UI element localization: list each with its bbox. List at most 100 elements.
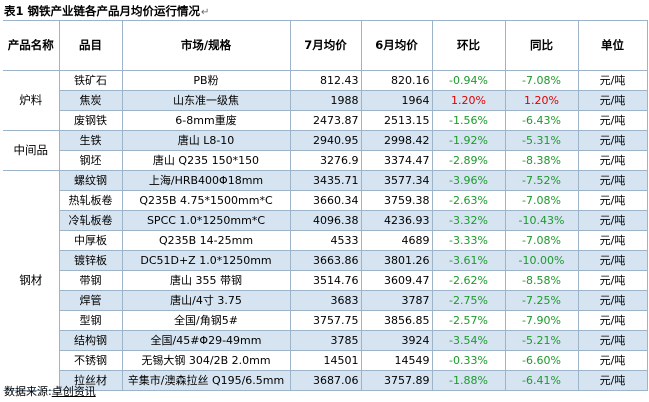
spec-cell: PB粉 — [121, 70, 291, 91]
table-body: 炉料 铁矿石 PB粉 812.43 820.16 -0.94% -7.08% 元/吨 焦炭 山东准… — [3, 70, 648, 391]
july-price-cell: 4533 — [289, 230, 362, 251]
unit-cell: 元/吨 — [577, 290, 648, 311]
header-row: 产品名称 品目 市场/规格 7月均价 6月均价 环比 同比 单位 — [3, 20, 648, 71]
table-row: 中间品 生铁 唐山 L8-10 2940.95 2998.42 -1.92% -5.31% 元… — [3, 130, 648, 171]
table-row: 焦炭 山东准一级焦 1988 1964 1.20% 1.20% 元/吨 — [3, 90, 648, 111]
yoy-cell: -8.38% — [504, 150, 579, 171]
spec-cell: 辛集市/澳森拉丝 Q195/6.5mm — [121, 370, 291, 391]
june-price-cell: 4236.93 — [360, 210, 433, 231]
mom-cell: -3.32% — [431, 210, 506, 231]
spec-cell: 山东准一级焦 — [121, 90, 291, 111]
table-row: 中厚板 Q235B 14-25mm 4533 4689 -3.33% -7.08% 元/吨 — [3, 230, 648, 251]
item-cell: 镀锌板 — [58, 250, 123, 271]
header-category: 产品名称 — [3, 20, 60, 71]
unit-cell: 元/吨 — [577, 150, 648, 171]
july-price-cell: 3514.76 — [289, 270, 362, 291]
spec-cell: 唐山 355 带钢 — [121, 270, 291, 291]
yoy-cell: -6.41% — [504, 370, 579, 391]
source-name: 卓创资讯 — [51, 385, 96, 398]
june-price-cell: 2513.15 — [360, 110, 433, 131]
unit-cell: 元/吨 — [577, 270, 648, 291]
mom-cell: -2.57% — [431, 310, 506, 331]
june-price-cell: 3759.38 — [360, 190, 433, 211]
mom-cell: 1.20% — [431, 90, 506, 111]
price-table: 产品名称 品目 市场/规格 7月均价 6月均价 环比 同比 单位 炉料 铁矿石 PB… — [3, 20, 648, 391]
header-spec: 市场/规格 — [121, 20, 291, 71]
source-label: 数据来源: — [4, 385, 52, 398]
header-unit: 单位 — [577, 20, 648, 71]
mom-cell: -1.56% — [431, 110, 506, 131]
july-price-cell: 1988 — [289, 90, 362, 111]
mom-cell: -2.63% — [431, 190, 506, 211]
item-cell: 不锈钢 — [58, 350, 123, 371]
unit-cell: 元/吨 — [577, 170, 648, 191]
item-cell: 冷轧板卷 — [58, 210, 123, 231]
spec-cell: Q235B 14-25mm — [121, 230, 291, 251]
spec-cell: DC51D+Z 1.0*1250mm — [121, 250, 291, 271]
item-cell: 钢坯 — [58, 150, 123, 171]
category-cell: 钢材 — [3, 170, 60, 391]
july-price-cell: 3663.86 — [289, 250, 362, 271]
june-price-cell: 3787 — [360, 290, 433, 311]
mom-cell: -1.88% — [431, 370, 506, 391]
july-price-cell: 3687.06 — [289, 370, 362, 391]
data-source: 数据来源:卓创资讯 — [4, 383, 96, 399]
june-price-cell: 4689 — [360, 230, 433, 251]
item-cell: 焦炭 — [58, 90, 123, 111]
mom-cell: -3.96% — [431, 170, 506, 191]
table-row: 钢材 螺纹钢 上海/HRB400Φ18mm 3435.71 3577.34 -3.96% -… — [3, 170, 648, 391]
yoy-cell: 1.20% — [504, 90, 579, 111]
june-price-cell: 3801.26 — [360, 250, 433, 271]
unit-cell: 元/吨 — [577, 310, 648, 331]
july-price-cell: 2940.95 — [289, 130, 362, 151]
mom-cell: -2.89% — [431, 150, 506, 171]
spec-cell: 全国/角钢5# — [121, 310, 291, 331]
june-price-cell: 1964 — [360, 90, 433, 111]
header-mom: 环比 — [431, 20, 506, 71]
june-price-cell: 820.16 — [360, 70, 433, 91]
table-row: 型钢 全国/角钢5# 3757.75 3856.85 -2.57% -7.90% 元/吨 — [3, 310, 648, 331]
yoy-cell: -10.00% — [504, 250, 579, 271]
spec-cell: SPCC 1.0*1250mm*C — [121, 210, 291, 231]
mom-cell: -1.92% — [431, 130, 506, 151]
mom-cell: -3.33% — [431, 230, 506, 251]
mom-cell: -2.62% — [431, 270, 506, 291]
july-price-cell: 3683 — [289, 290, 362, 311]
item-cell: 焊管 — [58, 290, 123, 311]
category-cell: 中间品 — [3, 130, 60, 171]
yoy-cell: -7.52% — [504, 170, 579, 191]
spec-cell: 6-8mm重废 — [121, 110, 291, 131]
yoy-cell: -7.08% — [504, 70, 579, 91]
yoy-cell: -7.25% — [504, 290, 579, 311]
unit-cell: 元/吨 — [577, 110, 648, 131]
header-june-price: 6月均价 — [360, 20, 433, 71]
mom-cell: -0.94% — [431, 70, 506, 91]
table-row: 冷轧板卷 SPCC 1.0*1250mm*C 4096.38 4236.93 -3.32… — [3, 210, 648, 231]
table-row: 镀锌板 DC51D+Z 1.0*1250mm 3663.86 3801.26 -3.61… — [3, 250, 648, 271]
july-price-cell: 14501 — [289, 350, 362, 371]
unit-cell: 元/吨 — [577, 90, 648, 111]
july-price-cell: 3785 — [289, 330, 362, 351]
june-price-cell: 3374.47 — [360, 150, 433, 171]
july-price-cell: 4096.38 — [289, 210, 362, 231]
unit-cell: 元/吨 — [577, 350, 648, 371]
july-price-cell: 2473.87 — [289, 110, 362, 131]
yoy-cell: -7.90% — [504, 310, 579, 331]
june-price-cell: 2998.42 — [360, 130, 433, 151]
table-title: 表1 钢铁产业链各产品月均价运行情况↵ — [4, 4, 210, 18]
june-price-cell: 3924 — [360, 330, 433, 351]
item-cell: 热轧板卷 — [58, 190, 123, 211]
july-price-cell: 812.43 — [289, 70, 362, 91]
mom-cell: -0.33% — [431, 350, 506, 371]
yoy-cell: -7.08% — [504, 230, 579, 251]
unit-cell: 元/吨 — [577, 250, 648, 271]
yoy-cell: -6.60% — [504, 350, 579, 371]
item-cell: 结构钢 — [58, 330, 123, 351]
july-price-cell: 3757.75 — [289, 310, 362, 331]
unit-cell: 元/吨 — [577, 190, 648, 211]
spec-cell: 无锡大钢 304/2B 2.0mm — [121, 350, 291, 371]
june-price-cell: 3856.85 — [360, 310, 433, 331]
yoy-cell: -6.43% — [504, 110, 579, 131]
table-row: 拉丝材 辛集市/澳森拉丝 Q195/6.5mm 3687.06 3757.89 -1.8… — [3, 370, 648, 391]
table-row: 炉料 铁矿石 PB粉 812.43 820.16 -0.94% -7.08% 元/吨 — [3, 70, 648, 131]
